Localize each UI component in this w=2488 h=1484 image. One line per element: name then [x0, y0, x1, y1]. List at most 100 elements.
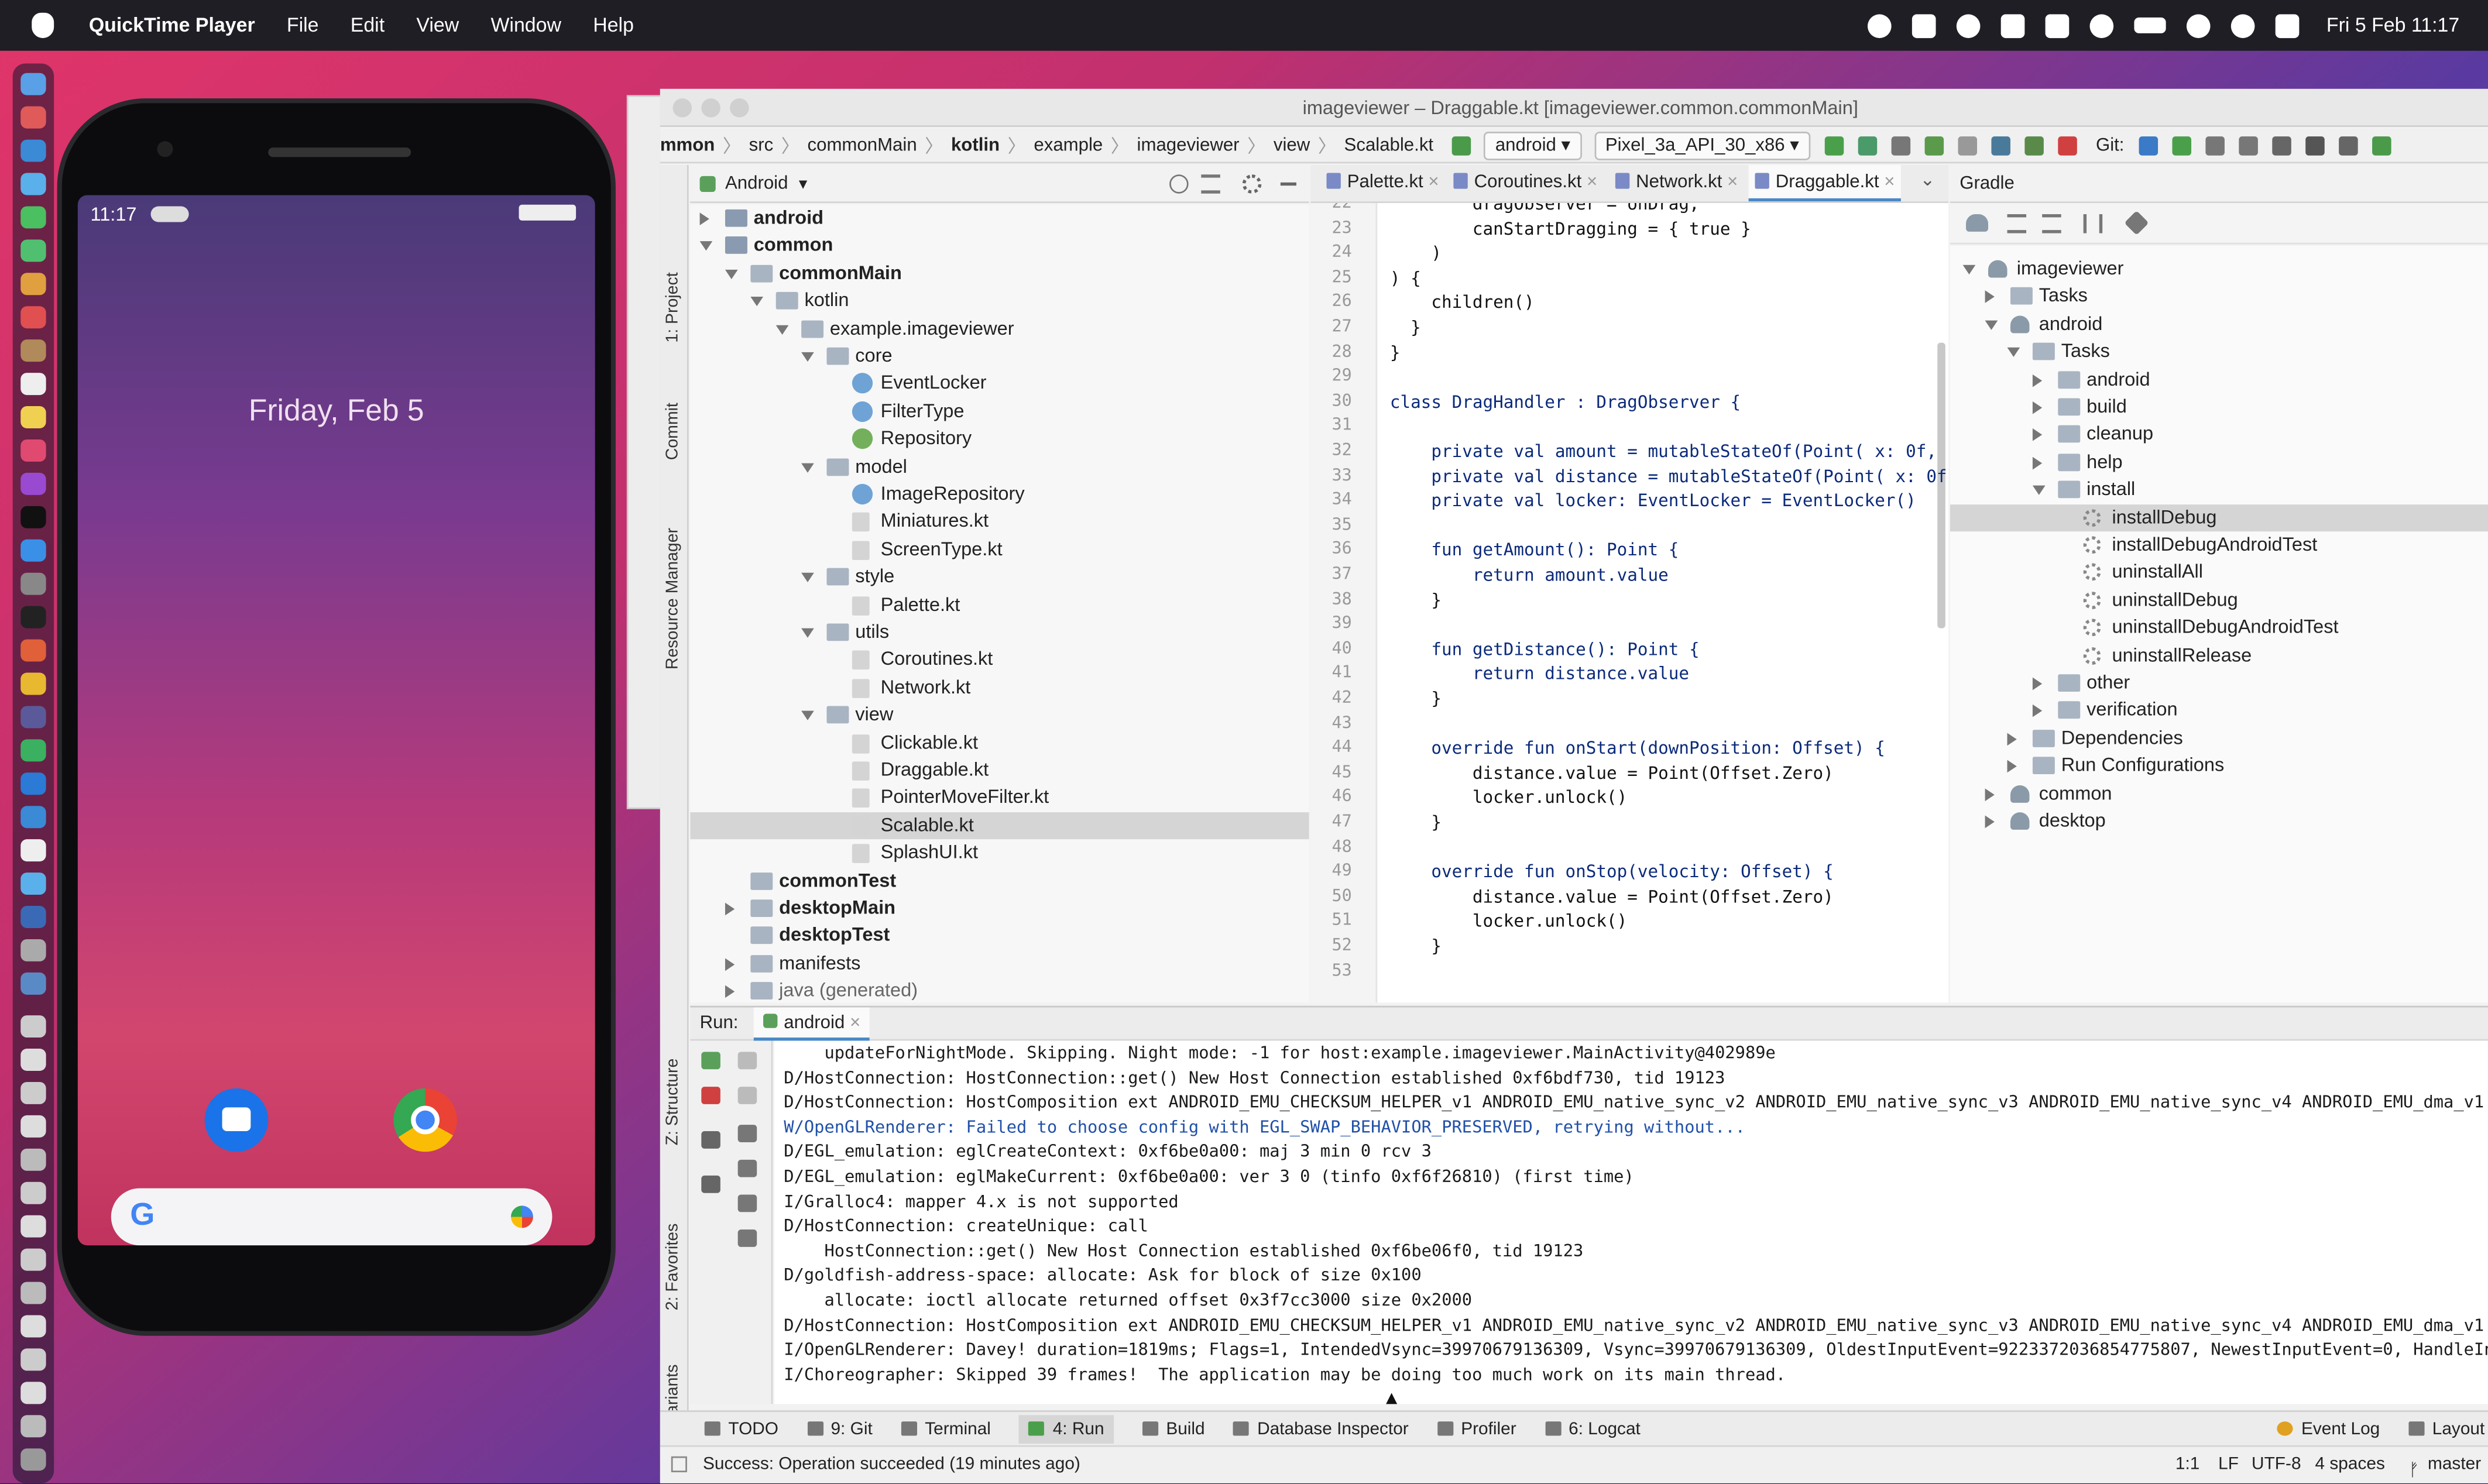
document-icon-13[interactable]: [20, 1415, 46, 1438]
menu-edit[interactable]: Edit: [351, 14, 385, 36]
coverage-icon[interactable]: [1891, 135, 1910, 155]
project-structure-icon[interactable]: [2271, 135, 2291, 155]
line-separator[interactable]: LF: [2218, 1447, 2239, 1482]
document-icon-8[interactable]: [20, 1248, 46, 1271]
collapsed-arrow-icon[interactable]: [2032, 705, 2043, 718]
calendar-icon[interactable]: [20, 306, 46, 329]
breadcrumb-view[interactable]: view: [1274, 136, 1310, 155]
document-icon-6[interactable]: [20, 1181, 46, 1204]
bottom-tab-4-run[interactable]: 4: Run: [1019, 1414, 1114, 1443]
locate-icon[interactable]: [1169, 174, 1189, 194]
menu-help[interactable]: Help: [593, 14, 634, 36]
project-tree-row[interactable]: Palette.kt: [690, 591, 1309, 619]
project-tree-row[interactable]: core: [690, 343, 1309, 370]
gradle-tree-row[interactable]: cleanup: [1950, 421, 2488, 449]
collapsed-arrow-icon[interactable]: [2032, 429, 2043, 442]
expanded-arrow-icon[interactable]: [775, 324, 789, 334]
document-icon-10[interactable]: [20, 1315, 46, 1338]
close-tab-icon[interactable]: ×: [1879, 173, 1895, 193]
git-history-icon[interactable]: [2205, 135, 2225, 155]
scroll-to-end-icon[interactable]: [737, 1159, 757, 1177]
expanded-arrow-icon[interactable]: [801, 573, 814, 583]
slack-icon[interactable]: [20, 639, 46, 662]
gradle-tree-row[interactable]: installDebug: [1950, 504, 2488, 532]
app-icon[interactable]: [20, 706, 46, 729]
app-menu[interactable]: QuickTime Player: [89, 14, 255, 36]
scroll-up-icon[interactable]: [737, 1052, 757, 1070]
background-window[interactable]: [626, 95, 662, 809]
expanded-arrow-icon[interactable]: [801, 711, 814, 721]
console-line[interactable]: HostConnection::get() New Host Connectio…: [784, 1242, 1583, 1261]
gradle-tree-row[interactable]: desktop: [1950, 808, 2488, 835]
app-icon-7[interactable]: [20, 972, 46, 995]
run-console[interactable]: updateForNightMode. Skipping. Night mode…: [774, 1040, 2488, 1404]
console-line[interactable]: D/HostConnection: HostComposition ext AN…: [784, 1093, 2488, 1112]
bottom-tab-profiler[interactable]: Profiler: [1437, 1419, 1516, 1438]
project-tree-row[interactable]: PointerMoveFilter.kt: [690, 784, 1309, 812]
project-tree-row[interactable]: commonTest: [690, 867, 1309, 895]
collapsed-arrow-icon[interactable]: [1985, 291, 1995, 304]
expanded-arrow-icon[interactable]: [2007, 348, 2020, 358]
resource-manager-tool-tab[interactable]: Resource Manager: [663, 528, 682, 669]
breadcrumb-file[interactable]: Scalable.kt: [1344, 136, 1434, 155]
app-icon-2[interactable]: [20, 806, 46, 829]
project-tree-row[interactable]: kotlin: [690, 287, 1309, 315]
code-editor[interactable]: 22 dragObserver = onDrag, 23 canStartDrag…: [1310, 203, 1949, 1003]
caret-position[interactable]: 1:1: [2175, 1447, 2199, 1482]
project-tree-row[interactable]: Network.kt: [690, 674, 1309, 702]
chevron-down-icon[interactable]: ▼: [796, 176, 810, 191]
collapsed-arrow-icon[interactable]: [725, 902, 735, 916]
volume-icon[interactable]: [2089, 13, 2114, 37]
apple-menu-icon[interactable]: [32, 12, 54, 39]
gradle-tree-row[interactable]: Tasks: [1950, 338, 2488, 366]
collapsed-arrow-icon[interactable]: [2032, 677, 2043, 691]
music-icon[interactable]: [20, 439, 46, 462]
project-tree-row[interactable]: java (generated): [690, 978, 1309, 1003]
run-config-select[interactable]: android ▾: [1484, 130, 1582, 160]
gradle-tree-row[interactable]: imageviewer: [1950, 255, 2488, 283]
bug-icon[interactable]: [2024, 135, 2044, 155]
structure-tool-tab[interactable]: Z: Structure: [663, 1059, 682, 1146]
collapsed-arrow-icon[interactable]: [2032, 373, 2043, 387]
input-source-icon[interactable]: [2046, 13, 2070, 37]
code-line[interactable]: override fun onStart(downPosition: Offse…: [1390, 738, 1885, 758]
console-line[interactable]: I/Gralloc4: mapper 4.x is not supported: [784, 1193, 1178, 1212]
project-tree-row[interactable]: FilterType: [690, 398, 1309, 425]
gradle-tree-row[interactable]: android: [1950, 366, 2488, 393]
project-tree-row[interactable]: example.imageviewer: [690, 315, 1309, 342]
app-icon-3[interactable]: [20, 839, 46, 862]
project-tree-row[interactable]: Scalable.kt: [690, 812, 1309, 840]
collapsed-arrow-icon[interactable]: [2007, 760, 2017, 773]
git-rollback-icon[interactable]: [2238, 135, 2258, 155]
clear-all-icon[interactable]: [737, 1229, 757, 1247]
editor-tab[interactable]: Network.kt ×: [1609, 165, 1742, 201]
document-icon-3[interactable]: [20, 1081, 46, 1104]
facetime-icon[interactable]: [20, 239, 46, 262]
close-tab-icon[interactable]: ×: [1722, 173, 1738, 193]
safari-icon[interactable]: [20, 139, 46, 162]
code-line[interactable]: children(): [1390, 293, 1534, 313]
code-line[interactable]: fun getAmount(): Point {: [1390, 540, 1679, 561]
bottom-tab-terminal[interactable]: Terminal: [901, 1419, 991, 1438]
stop-icon[interactable]: [2057, 135, 2077, 155]
docker-icon[interactable]: [2001, 13, 2025, 37]
close-tab-icon[interactable]: ×: [850, 1014, 860, 1033]
document-icon-9[interactable]: [20, 1282, 46, 1304]
box-icon[interactable]: [1912, 13, 1936, 37]
terminal-icon[interactable]: [20, 606, 46, 628]
expanded-arrow-icon[interactable]: [801, 462, 814, 472]
compass-icon[interactable]: [1957, 13, 1981, 37]
favorites-tool-tab[interactable]: 2: Favorites: [663, 1224, 682, 1311]
assistant-mic-icon[interactable]: [510, 1205, 533, 1228]
code-line[interactable]: private val locker: EventLocker = EventL…: [1390, 490, 1916, 511]
stop-recording-icon[interactable]: [1868, 13, 1892, 37]
project-tree-row[interactable]: view: [690, 702, 1309, 729]
code-line[interactable]: return amount.value: [1390, 565, 1669, 585]
collapsed-arrow-icon[interactable]: [699, 212, 709, 225]
contacts-icon[interactable]: [20, 339, 46, 362]
expanded-arrow-icon[interactable]: [725, 269, 738, 279]
zoom-window-icon[interactable]: [730, 98, 749, 118]
chrome-app-icon[interactable]: [393, 1088, 457, 1152]
project-tool-tab[interactable]: 1: Project: [663, 272, 682, 342]
expand-all-icon[interactable]: [2007, 214, 2027, 233]
